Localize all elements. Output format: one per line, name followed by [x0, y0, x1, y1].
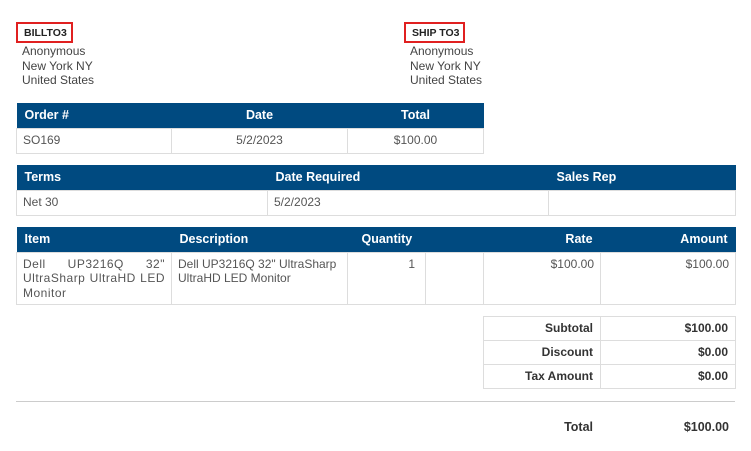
- bill-to-country: United States: [22, 73, 95, 87]
- discount-value: $0.00: [600, 340, 736, 365]
- subtotal-label: Subtotal: [483, 316, 601, 341]
- order-row: SO169 5/2/2023 $100.00: [16, 127, 484, 154]
- item-rate: $100.00: [483, 251, 602, 305]
- subtotal-value: $100.00: [600, 316, 736, 341]
- ship-to-city: New York NY: [410, 58, 481, 73]
- order-date: 5/2/2023: [171, 127, 348, 154]
- bill-to-label: BILLTO3: [16, 22, 73, 43]
- description-header: Description: [171, 227, 348, 252]
- bill-to-block: BILLTO3 Anonymous New York NY United Sta…: [16, 22, 95, 88]
- items-table: Item Description Quantity Rate Amount De…: [16, 227, 737, 305]
- ship-to-name: Anonymous: [410, 44, 474, 58]
- item-amount: $100.00: [600, 251, 737, 305]
- table-row: Dell UP3216Q 32" UltraSharp UltraHD LED …: [16, 251, 737, 305]
- order-total: $100.00: [347, 127, 484, 154]
- summary-table: Subtotal $100.00 Discount $0.00 Tax Amou…: [483, 316, 736, 389]
- terms-header: Terms: [16, 165, 268, 190]
- discount-label: Discount: [483, 340, 601, 365]
- item-name: Dell UP3216Q 32" UltraSharp UltraHD LED …: [16, 251, 172, 305]
- date-required-header: Date Required: [267, 165, 549, 190]
- order-table: Order # Date Total SO169 5/2/2023 $100.0…: [16, 103, 484, 154]
- subtotal-row: Subtotal $100.00: [483, 316, 736, 341]
- terms-row: Net 30 5/2/2023: [16, 189, 736, 216]
- order-total-header: Total: [347, 103, 484, 128]
- item-header: Item: [16, 227, 172, 252]
- bill-to-city: New York NY: [22, 58, 93, 73]
- grand-total-value: $100.00: [683, 420, 729, 434]
- amount-header: Amount: [600, 227, 736, 252]
- grand-total-label: Total: [564, 420, 593, 434]
- divider: [16, 401, 735, 402]
- discount-row: Discount $0.00: [483, 340, 736, 365]
- order-date-header: Date: [171, 103, 348, 128]
- order-header-row: Order # Date Total: [16, 103, 484, 128]
- terms-header-row: Terms Date Required Sales Rep: [16, 165, 736, 190]
- bill-to-name: Anonymous: [22, 44, 86, 58]
- item-quantity: 1: [347, 251, 426, 305]
- order-number: SO169: [16, 127, 172, 154]
- tax-label: Tax Amount: [483, 364, 601, 389]
- sales-rep-header: Sales Rep: [548, 165, 736, 190]
- ship-to-block: SHIP TO3 Anonymous New York NY United St…: [404, 22, 483, 88]
- item-description: Dell UP3216Q 32" UltraSharp UltraHD LED …: [171, 251, 348, 305]
- sales-rep-value: [548, 189, 736, 216]
- terms-table: Terms Date Required Sales Rep Net 30 5/2…: [16, 165, 736, 216]
- rate-header: Rate: [483, 227, 601, 252]
- ship-to-country: United States: [410, 73, 483, 87]
- quantity-header: Quantity: [347, 227, 484, 252]
- date-required-value: 5/2/2023: [267, 189, 549, 216]
- tax-row: Tax Amount $0.00: [483, 364, 736, 389]
- terms-value: Net 30: [16, 189, 268, 216]
- tax-value: $0.00: [600, 364, 736, 389]
- items-header-row: Item Description Quantity Rate Amount: [16, 227, 736, 252]
- order-number-header: Order #: [16, 103, 172, 128]
- item-empty-cell: [424, 251, 485, 305]
- ship-to-label: SHIP TO3: [404, 22, 466, 43]
